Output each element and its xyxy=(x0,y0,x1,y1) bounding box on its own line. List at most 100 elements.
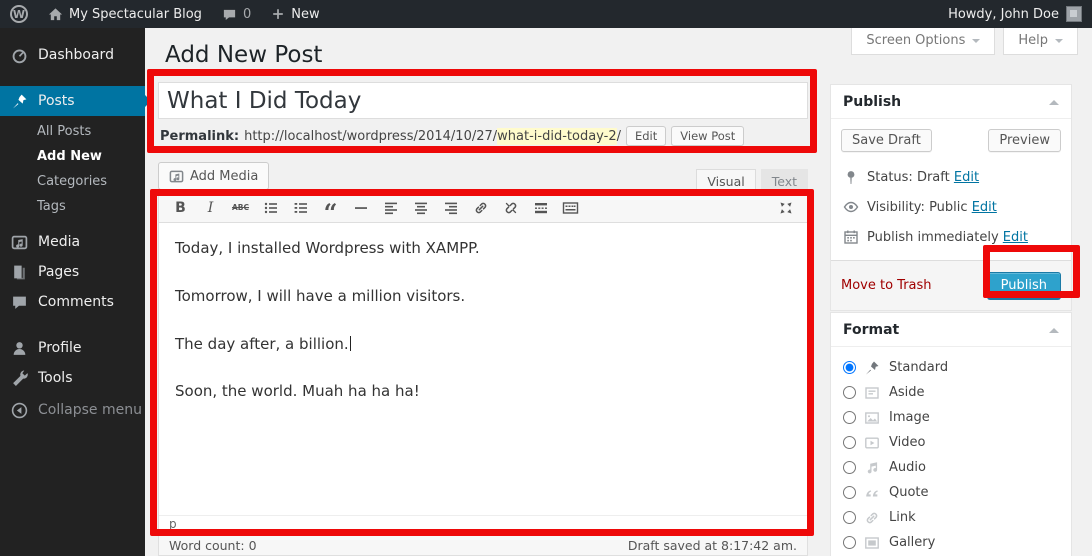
publish-panel: Publish Save Draft Preview Status: Draft… xyxy=(830,84,1072,311)
editor-box: B I ABC “ xyxy=(158,192,808,532)
publish-button[interactable]: Publish xyxy=(987,272,1061,299)
format-option-audio[interactable]: Audio xyxy=(831,455,1071,480)
paragraph: Tomorrow, I will have a million visitors… xyxy=(175,286,791,308)
edit-permalink-button[interactable]: Edit xyxy=(626,126,666,146)
admin-bar-new[interactable]: New xyxy=(261,0,329,28)
format-radio[interactable] xyxy=(843,436,856,449)
toolbar-toggle-button[interactable] xyxy=(557,196,584,220)
admin-bar-account[interactable]: Howdy, John Doe xyxy=(948,6,1092,22)
sidebar-item-posts[interactable]: Posts xyxy=(0,86,145,116)
move-to-trash-link[interactable]: Move to Trash xyxy=(841,278,932,293)
format-option-video[interactable]: Video xyxy=(831,430,1071,455)
save-draft-button[interactable]: Save Draft xyxy=(841,129,932,152)
post-status-info: Word count: 0 Draft saved at 8:17:42 am. xyxy=(158,535,808,556)
text-cursor xyxy=(350,336,351,351)
format-radio[interactable] xyxy=(843,361,856,374)
comment-bubble-icon xyxy=(222,7,237,22)
sidebar-item-tools[interactable]: Tools xyxy=(0,363,145,393)
permalink-label: Permalink: xyxy=(160,129,239,144)
help-button[interactable]: Help xyxy=(1003,28,1078,55)
format-radio[interactable] xyxy=(843,461,856,474)
screen-options-button[interactable]: Screen Options xyxy=(851,28,995,55)
wordpress-logo-menu[interactable]: W xyxy=(0,0,38,28)
format-options: Standard Aside Image Video Audio xyxy=(831,347,1071,556)
align-right-button[interactable] xyxy=(437,196,464,220)
format-option-aside[interactable]: Aside xyxy=(831,380,1071,405)
help-label: Help xyxy=(1018,33,1048,48)
wordpress-logo-icon: W xyxy=(10,5,28,23)
editor-mode-tabs: Visual Text xyxy=(158,169,808,192)
strikethrough-button[interactable]: ABC xyxy=(227,196,254,220)
bold-button[interactable]: B xyxy=(167,196,194,220)
pushpin-icon xyxy=(9,91,29,111)
insert-link-button[interactable] xyxy=(467,196,494,220)
editor-content[interactable]: Today, I installed Wordpress with XAMPP.… xyxy=(159,223,807,515)
status-pin-icon xyxy=(843,169,859,185)
format-option-standard[interactable]: Standard xyxy=(831,355,1071,380)
minor-publishing-actions: Save Draft Preview xyxy=(831,119,1071,162)
view-post-button[interactable]: View Post xyxy=(671,126,744,146)
sidebar-label: Comments xyxy=(38,294,114,310)
sidebar-item-tags[interactable]: Tags xyxy=(0,194,145,219)
pushpin-icon xyxy=(864,360,881,376)
tab-visual[interactable]: Visual xyxy=(696,169,755,192)
admin-bar-comments[interactable]: 0 xyxy=(212,0,261,28)
sidebar-item-media[interactable]: Media xyxy=(0,227,145,257)
admin-bar: W My Spectacular Blog 0 New Howdy, John … xyxy=(0,0,1092,28)
admin-bar-left: W My Spectacular Blog 0 New xyxy=(0,0,330,28)
sidebar-item-pages[interactable]: Pages xyxy=(0,257,145,287)
howdy-label: Howdy, John Doe xyxy=(948,7,1059,22)
dashboard-gauge-icon xyxy=(9,45,29,65)
format-panel-header[interactable]: Format xyxy=(831,313,1071,347)
sidebar-item-all-posts[interactable]: All Posts xyxy=(0,119,145,144)
format-option-quote[interactable]: Quote xyxy=(831,480,1071,505)
format-option-link[interactable]: Link xyxy=(831,505,1071,530)
calendar-icon xyxy=(843,229,859,245)
format-radio[interactable] xyxy=(843,486,856,499)
format-radio[interactable] xyxy=(843,386,856,399)
sidebar-collapse-menu[interactable]: Collapse menu xyxy=(0,395,145,425)
permalink-slug[interactable]: what-i-did-today-2 xyxy=(497,128,616,145)
misc-publishing-actions: Status: Draft Edit Visibility: Public Ed… xyxy=(831,162,1071,260)
edit-status-link[interactable]: Edit xyxy=(954,170,979,185)
remove-link-button[interactable] xyxy=(497,196,524,220)
sidebar-item-profile[interactable]: Profile xyxy=(0,333,145,363)
format-radio[interactable] xyxy=(843,411,856,424)
gallery-icon xyxy=(864,535,881,551)
format-option-gallery[interactable]: Gallery xyxy=(831,530,1071,555)
collapse-toggle-icon[interactable] xyxy=(1049,323,1059,333)
tab-text[interactable]: Text xyxy=(761,169,808,192)
edit-visibility-link[interactable]: Edit xyxy=(972,200,997,215)
sidebar-item-dashboard[interactable]: Dashboard xyxy=(0,40,145,70)
sidebar-item-comments[interactable]: Comments xyxy=(0,287,145,317)
eye-icon xyxy=(843,199,859,215)
editor-element-path[interactable]: p xyxy=(159,515,807,531)
format-radio[interactable] xyxy=(843,511,856,524)
bulleted-list-button[interactable] xyxy=(257,196,284,220)
preview-button[interactable]: Preview xyxy=(988,129,1061,152)
site-name-link[interactable]: My Spectacular Blog xyxy=(38,0,212,28)
format-option-image[interactable]: Image xyxy=(831,405,1071,430)
italic-button[interactable]: I xyxy=(197,196,224,220)
post-visibility-value: Public xyxy=(929,200,967,215)
collapse-toggle-icon[interactable] xyxy=(1049,95,1059,105)
align-left-button[interactable] xyxy=(377,196,404,220)
distraction-free-fullscreen-button[interactable] xyxy=(772,196,799,220)
post-title-input[interactable] xyxy=(158,82,808,119)
horizontal-rule-button[interactable] xyxy=(347,196,374,220)
insert-more-tag-button[interactable] xyxy=(527,196,554,220)
avatar xyxy=(1066,6,1082,22)
sidebar-label: Dashboard xyxy=(38,47,114,63)
sidebar-item-add-new[interactable]: Add New xyxy=(0,144,145,169)
link-chain-icon xyxy=(864,510,881,526)
publish-panel-header[interactable]: Publish xyxy=(831,85,1071,119)
quote-icon xyxy=(864,485,881,501)
align-center-button[interactable] xyxy=(407,196,434,220)
sidebar-item-categories[interactable]: Categories xyxy=(0,169,145,194)
edit-schedule-link[interactable]: Edit xyxy=(1003,230,1028,245)
format-radio[interactable] xyxy=(843,536,856,549)
publish-panel-title: Publish xyxy=(843,94,901,110)
post-visibility-row: Visibility: Public Edit xyxy=(843,192,1059,222)
numbered-list-button[interactable] xyxy=(287,196,314,220)
blockquote-button[interactable]: “ xyxy=(317,196,344,220)
